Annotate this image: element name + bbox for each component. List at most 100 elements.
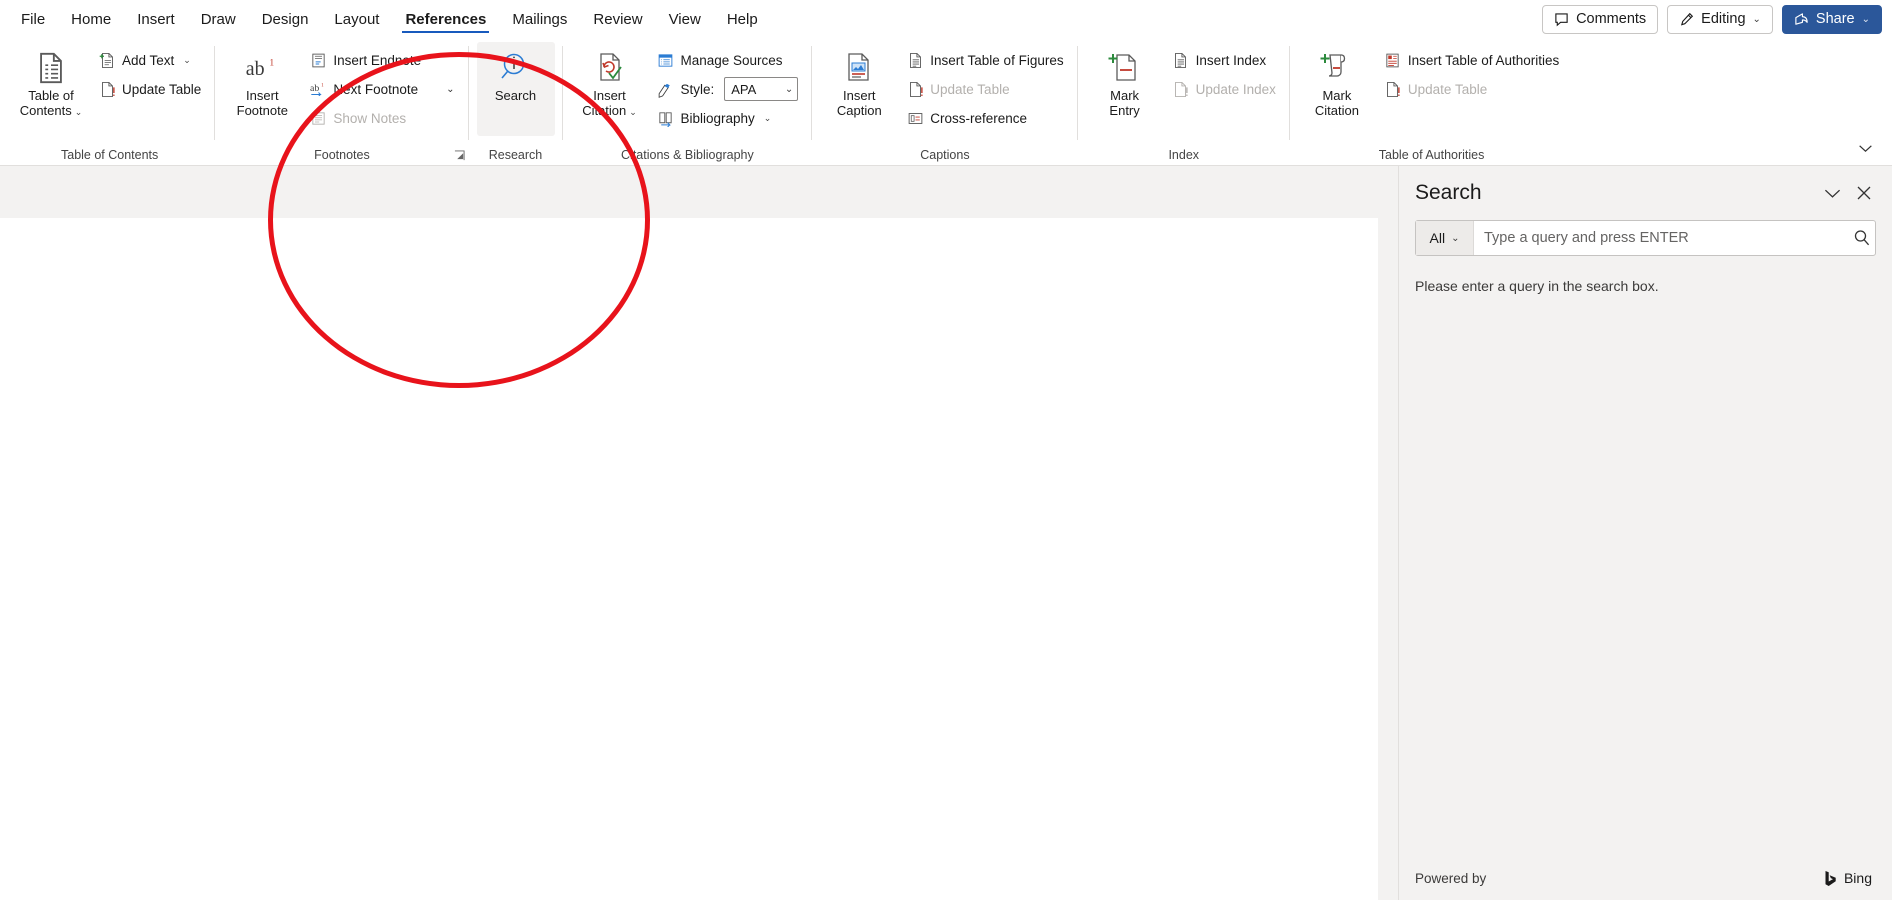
editing-label: Editing (1701, 11, 1746, 27)
search-pane-footer: Powered by Bing (1399, 856, 1892, 900)
ribbon-small-commands: Insert Endnote ab 1 Next Footnote ⌄ Show Note… (303, 42, 460, 132)
ab-footnote-button[interactable]: ab 1 Insert Footnote (223, 42, 301, 136)
ribbon-tab-bar: File Home Insert Draw Design Layout References… (0, 0, 1892, 38)
insert-caption-button[interactable]: Insert Caption (820, 42, 898, 136)
dialog-box-launcher-icon[interactable] (454, 149, 465, 161)
mark-citation-button[interactable]: Mark Citation (1298, 42, 1376, 136)
group-label-text: Captions (920, 148, 970, 162)
tab-file[interactable]: File (8, 0, 58, 38)
button-label: Mark Entry (1109, 88, 1140, 118)
tab-references[interactable]: References (392, 0, 499, 38)
search-task-pane: Search All ⌄ Please enter a query in the… (1398, 166, 1892, 900)
insert-table-of-figures-icon (906, 51, 924, 69)
ribbon-group-label: Table of Authorities (1290, 144, 1573, 166)
ab-footnote-icon: ab 1 (245, 48, 279, 88)
update-table-icon (98, 80, 116, 98)
search-scope-dropdown[interactable]: All ⌄ (1416, 221, 1474, 255)
tab-review[interactable]: Review (580, 0, 655, 38)
command-label: Next Footnote (333, 81, 419, 97)
tab-home[interactable]: Home (58, 0, 124, 38)
search-empty-message: Please enter a query in the search box. (1415, 278, 1659, 294)
command-label: Insert Endnote (333, 52, 422, 68)
document-page[interactable] (0, 218, 1378, 900)
manage-sources-command[interactable]: Manage Sources (651, 46, 805, 74)
ribbon-group-citations-and-bibliography: Insert Citation ⌄ Manage Sources Style: APA ⌄… (563, 38, 813, 166)
tab-design[interactable]: Design (249, 0, 322, 38)
next-footnote-command[interactable]: ab 1 Next Footnote ⌄ (303, 75, 460, 103)
update-table-command[interactable]: Update Table (92, 75, 207, 103)
add-text-command[interactable]: Add Text ⌄ (92, 46, 207, 74)
ribbon-group-label: Captions (812, 144, 1077, 166)
pane-close-icon[interactable] (1848, 177, 1880, 209)
document-scroll-region[interactable] (0, 166, 1378, 900)
search-input[interactable] (1484, 230, 1841, 246)
insert-citation-button[interactable]: Insert Citation ⌄ (571, 42, 649, 136)
share-button[interactable]: Share ⌄ (1781, 4, 1882, 34)
update-index-command: Update Index (1166, 75, 1282, 103)
comments-button[interactable]: Comments (1542, 4, 1659, 34)
ribbon-small-commands: Insert Table of Authorities Update Table (1378, 42, 1565, 103)
ribbon: Table of Contents ⌄ Add Text ⌄ Update Table T… (0, 38, 1892, 166)
search-scope-value: All (1429, 230, 1446, 246)
toc-icon (34, 48, 68, 88)
chevron-down-icon[interactable]: ⌄ (446, 84, 454, 95)
cross-reference-icon (906, 109, 924, 127)
command-label: Insert Table of Authorities (1407, 52, 1560, 68)
search-icon[interactable] (1849, 221, 1875, 255)
cross-reference-command[interactable]: Cross-reference (900, 104, 1069, 132)
command-label: Update Table (122, 81, 202, 97)
insert-table-of-figures-command[interactable]: Insert Table of Figures (900, 46, 1069, 74)
command-label: Bibliography (680, 110, 755, 126)
ribbon-group-content: Search (469, 38, 563, 144)
ribbon-tabs: File Home Insert Draw Design Layout References… (0, 0, 771, 38)
insert-caption-icon (842, 48, 876, 88)
chevron-down-icon[interactable]: ⌄ (629, 107, 637, 117)
tab-view[interactable]: View (656, 0, 714, 38)
ribbon-small-commands: Manage Sources Style: APA ⌄ Bibliography ⌄ (651, 42, 805, 132)
tab-draw[interactable]: Draw (188, 0, 249, 38)
ribbon-group-content: ab 1 Insert Footnote Insert Endnote ab 1 Next … (215, 38, 468, 144)
chevron-down-icon[interactable]: ⌄ (183, 55, 191, 66)
search-query-row: All ⌄ (1415, 220, 1876, 256)
mark-entry-button[interactable]: Mark Entry (1086, 42, 1164, 136)
chevron-down-icon[interactable]: ⌄ (764, 113, 772, 124)
tab-insert[interactable]: Insert (124, 0, 188, 38)
bibliography-command[interactable]: Bibliography ⌄ (651, 104, 805, 132)
mark-entry-icon (1108, 48, 1142, 88)
bibliography-icon (657, 109, 675, 127)
button-label: Insert Footnote (236, 88, 288, 118)
command-label: Insert Index (1195, 52, 1267, 68)
toc-button[interactable]: Table of Contents ⌄ (12, 42, 90, 136)
top-right-actions: Comments Editing ⌄ Share ⌄ (1542, 0, 1882, 38)
ribbon-group-index: Mark Entry Insert Index Update Index Index (1078, 38, 1291, 166)
style-command[interactable]: Style: APA ⌄ (651, 75, 805, 103)
citation-style-dropdown[interactable]: APA ⌄ (724, 77, 799, 101)
svg-text:1: 1 (321, 82, 324, 88)
pencil-icon (1679, 12, 1694, 27)
button-label: Table of Contents ⌄ (19, 88, 83, 118)
ribbon-collapse-icon[interactable] (1852, 137, 1878, 159)
insert-table-of-authorities-command[interactable]: Insert Table of Authorities (1378, 46, 1565, 74)
insert-endnote-command[interactable]: Insert Endnote (303, 46, 460, 74)
tab-help[interactable]: Help (714, 0, 771, 38)
editing-mode-button[interactable]: Editing ⌄ (1667, 4, 1773, 34)
comments-label: Comments (1576, 11, 1647, 27)
search-research-button[interactable]: Search (476, 42, 555, 136)
command-label: Update Table (930, 81, 1010, 97)
show-notes-icon (309, 109, 327, 127)
chevron-down-icon[interactable]: ⌄ (75, 107, 83, 117)
command-label: Update Index (1195, 81, 1276, 97)
button-label: Insert Citation ⌄ (582, 88, 637, 118)
chevron-down-icon: ⌄ (1752, 13, 1761, 25)
citation-style-value: APA (731, 81, 757, 97)
ribbon-group-label: Research (469, 144, 563, 166)
ribbon-group-content: Insert Citation ⌄ Manage Sources Style: APA ⌄… (563, 38, 813, 144)
ribbon-group-label: Footnotes (215, 144, 468, 166)
pane-collapse-icon[interactable] (1816, 177, 1848, 209)
tab-mailings[interactable]: Mailings (499, 0, 580, 38)
update-table-command: Update Table (1378, 75, 1565, 103)
bing-label: Bing (1843, 870, 1872, 886)
tab-layout[interactable]: Layout (321, 0, 392, 38)
insert-index-command[interactable]: Insert Index (1166, 46, 1282, 74)
ribbon-group-content: Mark Entry Insert Index Update Index (1078, 38, 1290, 144)
